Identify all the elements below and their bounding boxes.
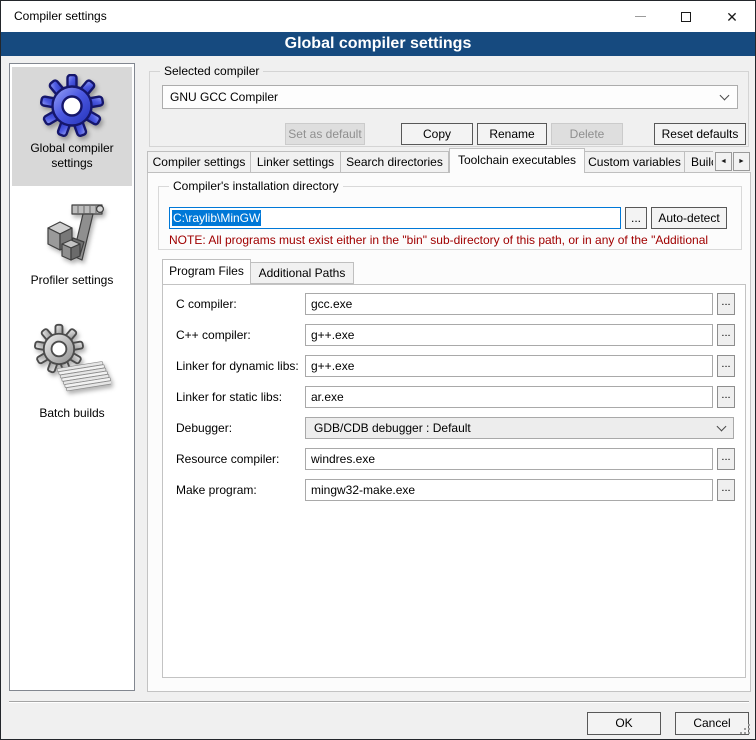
set-as-default-button[interactable]: Set as default: [285, 123, 365, 145]
c-compiler-label: C compiler:: [176, 293, 237, 315]
cpp-compiler-browse-button[interactable]: ...: [717, 324, 735, 346]
tab-linker-settings[interactable]: Linker settings: [251, 151, 341, 173]
sidebar-item-batch-builds[interactable]: Batch builds: [12, 316, 132, 421]
tab-compiler-settings[interactable]: Compiler settings: [147, 151, 251, 173]
sidebar-item-label: Batch builds: [12, 406, 132, 421]
make-program-input[interactable]: [305, 479, 713, 501]
linker-static-input[interactable]: [305, 386, 713, 408]
c-compiler-input[interactable]: [305, 293, 713, 315]
linker-dynamic-label: Linker for dynamic libs:: [176, 355, 299, 377]
debugger-select-value: GDB/CDB debugger : Default: [314, 421, 471, 435]
chevron-down-icon: [720, 90, 730, 100]
gray-gear-stack-icon: [33, 323, 111, 403]
compiler-settings-dialog: Compiler settings ✕ Global compiler sett…: [0, 0, 756, 740]
resize-grip[interactable]: [740, 724, 752, 736]
rename-button[interactable]: Rename: [477, 123, 547, 145]
selected-compiler-group-label: Selected compiler: [160, 64, 263, 78]
titlebar: Compiler settings ✕: [1, 1, 755, 32]
sidebar-item-global-compiler-settings[interactable]: Global compiler settings: [12, 67, 132, 186]
footer-separator: [9, 701, 749, 703]
close-icon: ✕: [726, 10, 738, 24]
toolchain-executables-page: Compiler's installation directory C:\ray…: [147, 172, 751, 692]
tab-custom-variables[interactable]: Custom variables: [585, 151, 685, 173]
tab-scroll-left-button[interactable]: ◄: [715, 152, 732, 171]
c-compiler-browse-button[interactable]: ...: [717, 293, 735, 315]
cpp-compiler-label: C++ compiler:: [176, 324, 251, 346]
selected-compiler-group: Selected compiler GNU GCC Compiler Set a…: [149, 71, 749, 147]
minimize-icon: [635, 16, 646, 17]
compiler-select[interactable]: GNU GCC Compiler: [162, 85, 738, 109]
debugger-select[interactable]: GDB/CDB debugger : Default: [305, 417, 734, 439]
tab-build-options-clipped[interactable]: Builc: [685, 151, 713, 173]
installation-directory-group: Compiler's installation directory C:\ray…: [158, 186, 742, 250]
cancel-button[interactable]: Cancel: [675, 712, 749, 735]
close-button[interactable]: ✕: [709, 1, 755, 32]
tab-scroll-right-button[interactable]: ►: [733, 152, 750, 171]
browse-directory-button[interactable]: ...: [625, 207, 647, 229]
installation-directory-selected-text: C:\raylib\MinGW: [172, 210, 261, 226]
tab-toolchain-executables[interactable]: Toolchain executables: [449, 148, 585, 173]
tab-program-files[interactable]: Program Files: [162, 259, 251, 284]
minimize-button[interactable]: [617, 1, 663, 32]
compiler-select-value: GNU GCC Compiler: [170, 90, 278, 104]
page-title: Global compiler settings: [1, 32, 755, 56]
installation-directory-group-label: Compiler's installation directory: [169, 179, 343, 193]
program-files-page: C compiler: ... C++ compiler: ... Linker…: [162, 284, 746, 678]
arrow-right-icon: ►: [738, 158, 745, 165]
debugger-label: Debugger:: [176, 417, 232, 439]
program-files-tabstrip: Program Files Additional Paths: [162, 259, 354, 284]
cpp-compiler-input[interactable]: [305, 324, 713, 346]
tab-additional-paths[interactable]: Additional Paths: [251, 262, 354, 284]
arrow-left-icon: ◄: [720, 158, 727, 165]
blue-gear-icon: [40, 74, 104, 138]
resource-compiler-label: Resource compiler:: [176, 448, 279, 470]
settings-category-sidebar: Global compiler settings: [9, 63, 135, 691]
sidebar-item-label: Global compiler settings: [12, 141, 132, 171]
ok-button[interactable]: OK: [587, 712, 661, 735]
sidebar-item-profiler-settings[interactable]: Profiler settings: [12, 191, 132, 288]
make-program-label: Make program:: [176, 479, 257, 501]
tab-search-directories[interactable]: Search directories: [341, 151, 449, 173]
linker-dynamic-input[interactable]: [305, 355, 713, 377]
copy-button[interactable]: Copy: [401, 123, 473, 145]
linker-static-label: Linker for static libs:: [176, 386, 282, 408]
make-program-browse-button[interactable]: ...: [717, 479, 735, 501]
auto-detect-button[interactable]: Auto-detect: [651, 207, 727, 229]
linker-dynamic-browse-button[interactable]: ...: [717, 355, 735, 377]
main-tabstrip: Compiler settings Linker settings Search…: [147, 148, 713, 173]
reset-defaults-button[interactable]: Reset defaults: [654, 123, 746, 145]
sidebar-item-label: Profiler settings: [12, 273, 132, 288]
maximize-button[interactable]: [663, 1, 709, 32]
window-title: Compiler settings: [14, 9, 107, 23]
caliper-icon: [36, 198, 108, 270]
installation-directory-input[interactable]: C:\raylib\MinGW: [169, 207, 621, 229]
linker-static-browse-button[interactable]: ...: [717, 386, 735, 408]
resource-compiler-input[interactable]: [305, 448, 713, 470]
bin-subdirectory-note: NOTE: All programs must exist either in …: [169, 233, 735, 247]
resource-compiler-browse-button[interactable]: ...: [717, 448, 735, 470]
maximize-icon: [681, 12, 691, 22]
delete-button[interactable]: Delete: [551, 123, 623, 145]
chevron-down-icon: [717, 421, 727, 431]
